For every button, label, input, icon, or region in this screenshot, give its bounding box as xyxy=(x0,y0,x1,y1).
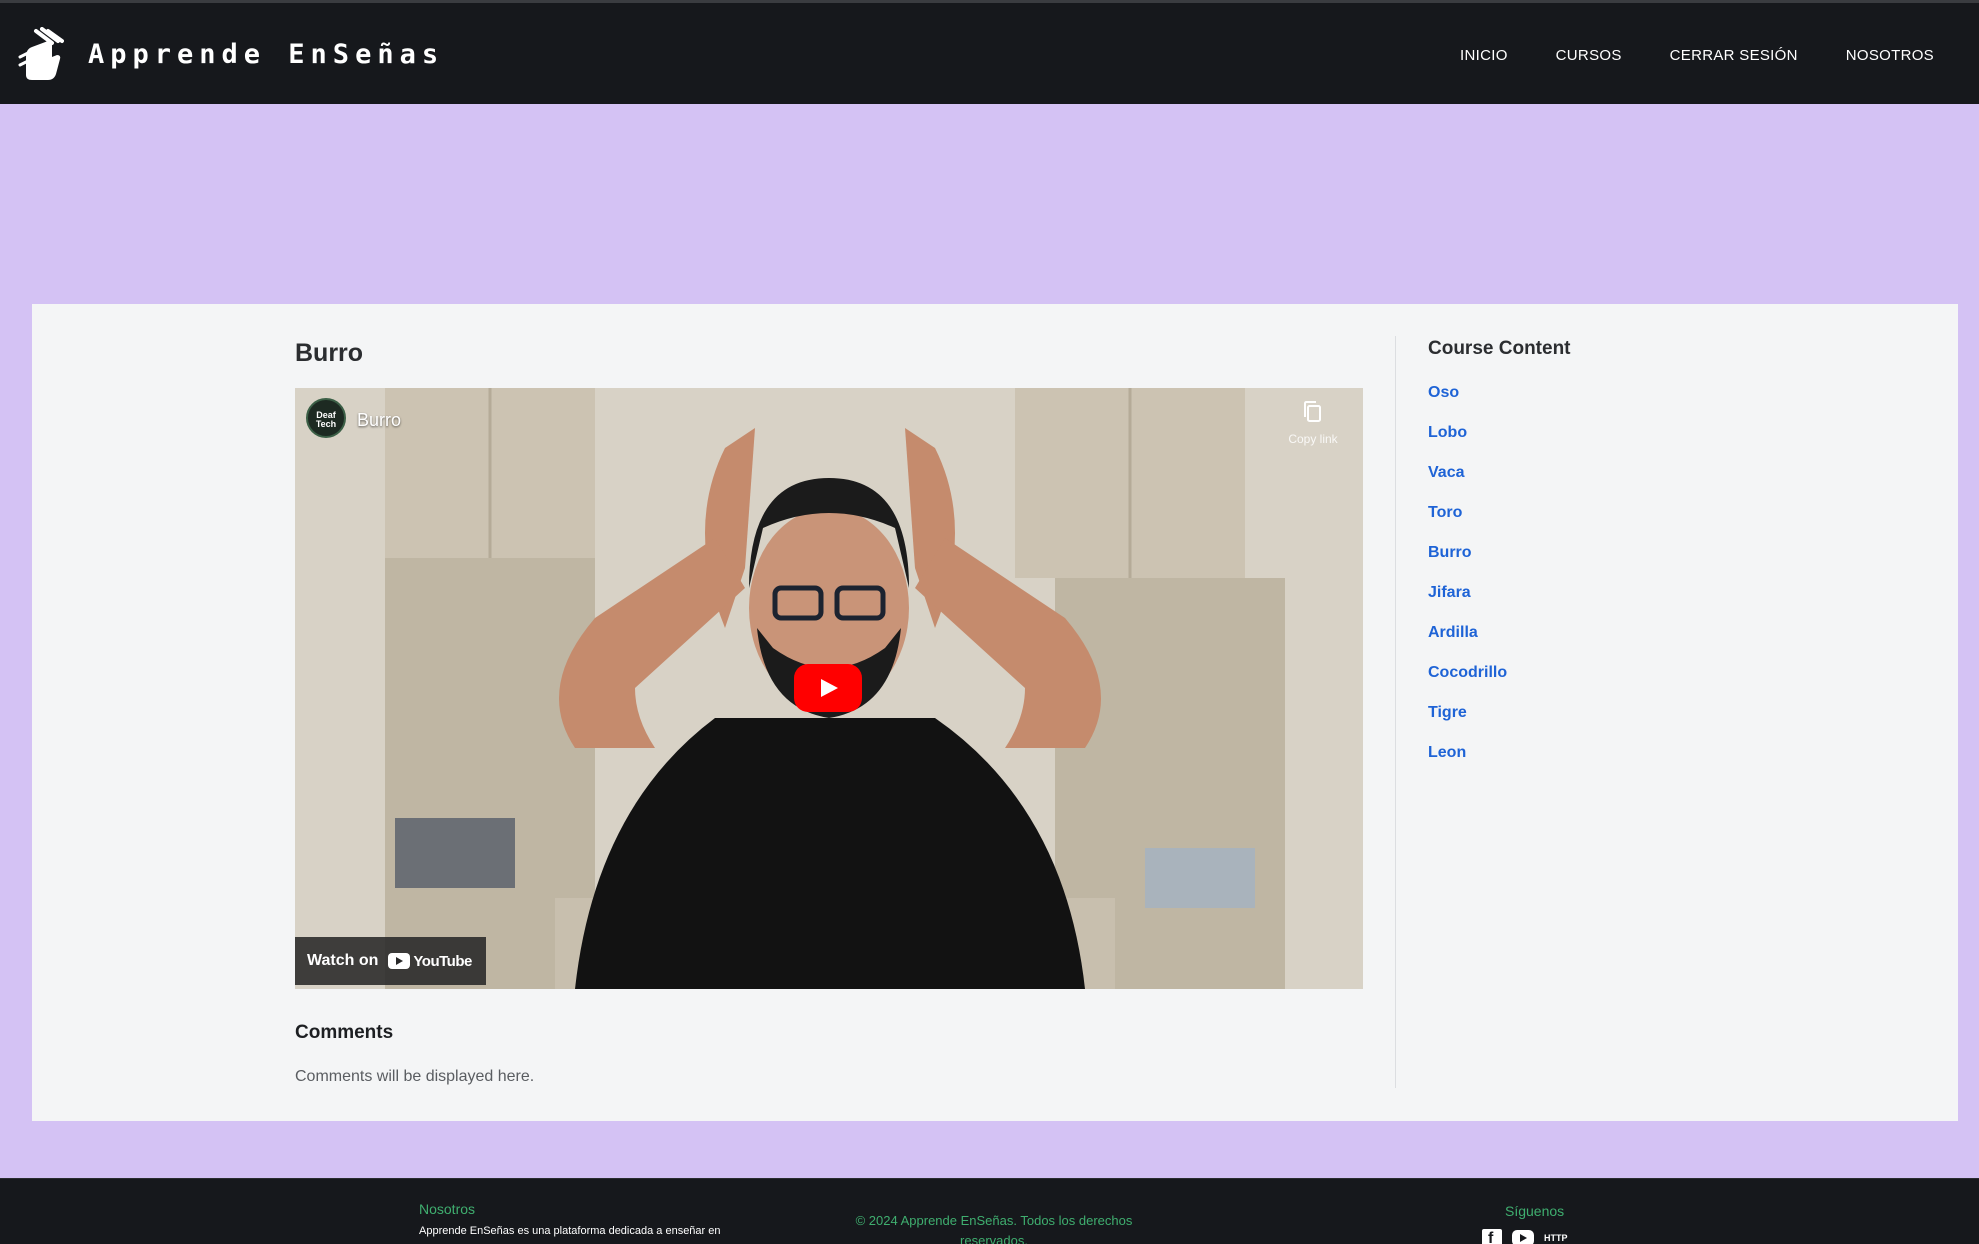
course-content-sidebar: Course Content Oso Lobo Vaca Toro Burro … xyxy=(1428,338,1728,774)
footer-follow-heading: Síguenos xyxy=(1505,1203,1565,1219)
youtube-logo: YouTube xyxy=(388,952,472,970)
lesson-link-vaca[interactable]: Vaca xyxy=(1428,454,1728,494)
lesson-link-oso[interactable]: Oso xyxy=(1428,374,1728,414)
nav-nosotros[interactable]: NOSOTROS xyxy=(1846,47,1934,64)
site-footer: Nosotros Apprende EnSeñas es una platafo… xyxy=(0,1178,1979,1244)
nav-cursos[interactable]: CURSOS xyxy=(1556,47,1622,64)
watch-on-youtube-button[interactable]: Watch on YouTube xyxy=(295,937,486,985)
video-player[interactable]: Deaf Tech Burro Copy link Watch on YouTu… xyxy=(295,388,1363,989)
play-icon[interactable] xyxy=(794,664,862,712)
lesson-link-jifara[interactable]: Jifara xyxy=(1428,574,1728,614)
lesson-link-ardilla[interactable]: Ardilla xyxy=(1428,614,1728,654)
lesson-title: Burro xyxy=(295,339,364,367)
lesson-link-toro[interactable]: Toro xyxy=(1428,494,1728,534)
youtube-icon[interactable] xyxy=(1512,1230,1534,1244)
lesson-link-burro[interactable]: Burro xyxy=(1428,534,1728,574)
footer-about-text: Apprende EnSeñas es una plataforma dedic… xyxy=(419,1225,721,1237)
youtube-label: YouTube xyxy=(413,952,472,970)
lesson-link-lobo[interactable]: Lobo xyxy=(1428,414,1728,454)
footer-about-heading: Nosotros xyxy=(419,1201,476,1217)
nav-inicio[interactable]: INICIO xyxy=(1460,47,1508,64)
lesson-link-leon[interactable]: Leon xyxy=(1428,734,1728,774)
facebook-icon[interactable] xyxy=(1482,1229,1502,1244)
channel-avatar[interactable]: Deaf Tech xyxy=(306,398,346,438)
comments-placeholder: Comments will be displayed here. xyxy=(295,1068,535,1085)
nav-cerrar-sesion[interactable]: CERRAR SESIÓN xyxy=(1670,47,1798,64)
web-icon[interactable]: HTTP xyxy=(1544,1229,1572,1244)
main-nav: INICIO CURSOS CERRAR SESIÓN NOSOTROS xyxy=(1460,47,1934,64)
column-divider xyxy=(1395,336,1396,1088)
watch-on-label: Watch on xyxy=(307,952,379,969)
course-content-title: Course Content xyxy=(1428,338,1571,359)
top-navbar: Apprende EnSeñas INICIO CURSOS CERRAR SE… xyxy=(0,0,1979,104)
lesson-link-tigre[interactable]: Tigre xyxy=(1428,694,1728,734)
copy-link-button[interactable]: Copy link xyxy=(1283,400,1343,448)
sign-language-hand-icon[interactable] xyxy=(18,27,64,81)
lesson-card: Burro Deaf Tech Burro Copy link Watch on… xyxy=(32,304,1958,1121)
video-title[interactable]: Burro xyxy=(357,410,401,431)
copy-icon xyxy=(1304,401,1321,422)
youtube-play-icon xyxy=(388,953,411,969)
footer-copyright: © 2024 Apprende EnSeñas. Todos los derec… xyxy=(855,1213,1133,1244)
comments-heading: Comments xyxy=(295,1022,394,1043)
copy-link-label: Copy link xyxy=(1288,432,1338,446)
brand-title[interactable]: Apprende EnSeñas xyxy=(88,39,444,70)
lesson-link-cocodrillo[interactable]: Cocodrillo xyxy=(1428,654,1728,694)
social-links: HTTP xyxy=(1482,1229,1572,1244)
